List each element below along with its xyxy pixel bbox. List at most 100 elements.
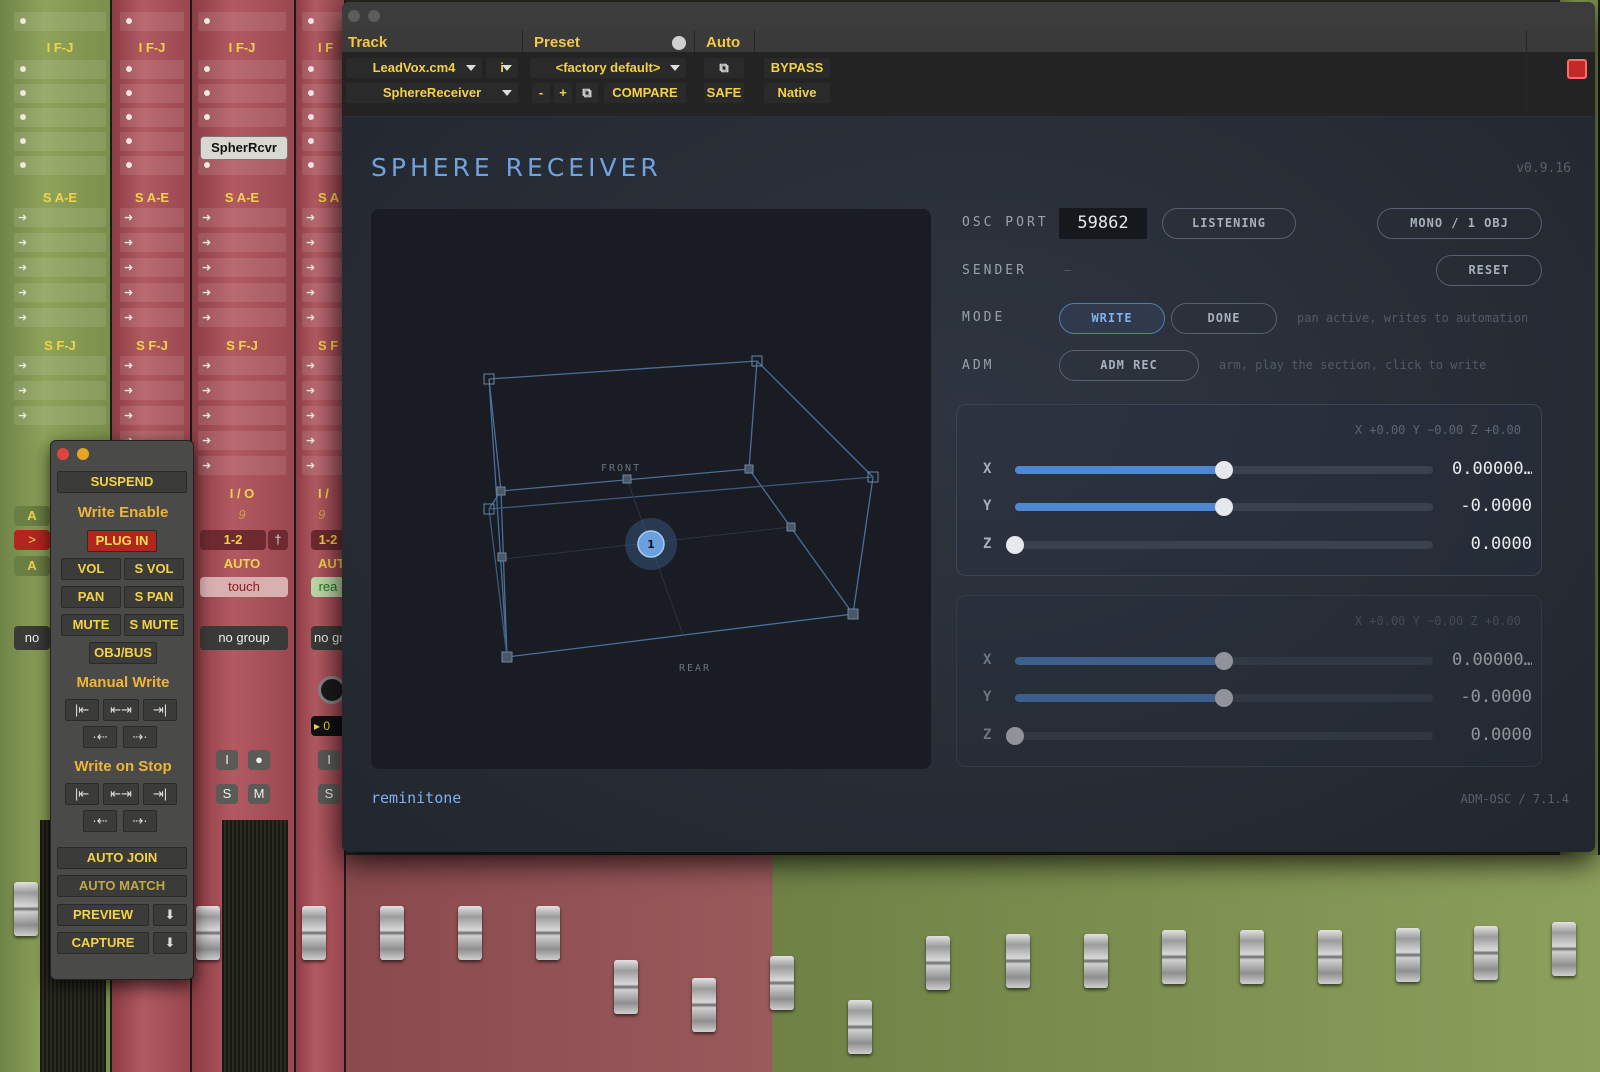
insert-slot[interactable] [14,84,106,103]
insert-slot[interactable]: ➜ [302,356,342,375]
insert-slot[interactable] [120,108,184,127]
write-to-start-icon[interactable]: |⇤ [65,699,99,721]
insert-slot[interactable] [302,132,342,151]
insert-slot[interactable] [198,84,286,103]
preset-copy-icon[interactable]: ⧉ [576,83,598,103]
write-to-punch-icon[interactable]: ·⇠ [83,726,117,748]
insert-slot[interactable] [302,156,342,175]
z-value[interactable]: 0.0000 [1452,725,1532,745]
insert-slot[interactable] [198,60,286,79]
automation-enable-icon[interactable]: ⧉ [704,58,744,78]
x-value[interactable]: 0.00000… [1452,459,1532,479]
obj-bus-button[interactable]: OBJ/BUS [89,642,157,664]
volume-fader-cap[interactable] [1318,930,1342,984]
input-monitor-button[interactable]: I [318,750,340,770]
insert-slot[interactable]: ➜ [302,381,342,400]
automation-mode-selector[interactable]: touch [200,577,288,597]
volume-fader-cap[interactable] [692,978,716,1032]
stop-write-next-icon[interactable]: ⇢· [123,810,157,832]
auto-match-button[interactable]: AUTO MATCH [57,875,187,897]
volume-fader-cap[interactable] [14,882,38,936]
capture-punch-icon[interactable]: ⬇ [153,932,187,954]
s-vol-button[interactable]: S VOL [124,558,184,580]
volume-fader-cap[interactable] [614,960,638,1014]
capture-button[interactable]: CAPTURE [57,932,149,954]
reset-button[interactable]: RESET [1436,255,1542,286]
insert-slot[interactable]: ➜ [120,283,184,302]
output-selector-partial[interactable]: 1-2 [311,530,345,550]
compare-button[interactable]: COMPARE [604,83,686,103]
stop-write-end-icon[interactable]: ⇥| [143,783,177,805]
suspend-button[interactable]: SUSPEND [57,471,187,493]
mute-button[interactable]: MUTE [61,614,121,636]
record-enable-button[interactable]: ● [248,750,270,770]
safe-button[interactable]: SAFE [704,83,744,103]
insert-slot[interactable] [14,156,106,175]
insert-slot[interactable]: ➜ [14,356,106,375]
insert-slot[interactable]: ➜ [14,308,106,327]
insert-slot[interactable]: ➜ [14,283,106,302]
volume-fader-cap[interactable] [302,906,326,960]
clip-indicator-icon[interactable] [1567,59,1587,79]
write-mode-button[interactable]: WRITE [1059,303,1165,334]
stop-write-punch-icon[interactable]: ·⇠ [83,810,117,832]
group-selector-partial[interactable]: no gr [311,626,345,650]
insert-slot[interactable]: ➜ [302,233,342,252]
insert-slot[interactable]: ➜ [302,308,342,327]
insert-slot[interactable] [14,108,106,127]
insert-slot[interactable] [302,108,342,127]
z-slider-thumb[interactable] [1006,536,1024,554]
z-slider[interactable] [1006,536,1433,554]
insert-slot[interactable]: ➜ [120,356,184,375]
pan-button[interactable]: PAN [61,586,121,608]
insert-slot[interactable]: ➜ [302,456,342,475]
stop-write-start-icon[interactable]: |⇤ [65,783,99,805]
preview-punch-icon[interactable]: ⬇ [153,904,187,926]
solo-button[interactable]: S [216,784,238,804]
x-slider[interactable] [1015,652,1433,670]
y-value[interactable]: -0.0000 [1452,687,1532,707]
s-pan-button[interactable]: S PAN [124,586,184,608]
preset-next-button[interactable]: + [554,83,572,103]
cube-corner-handle[interactable] [622,474,632,484]
minimize-window-icon[interactable] [368,10,380,22]
insert-slot[interactable] [302,84,342,103]
group-selector[interactable]: no group [200,626,288,650]
bypass-button[interactable]: BYPASS [764,58,830,78]
x-value[interactable]: 0.00000… [1452,650,1532,670]
cube-corner-handle[interactable] [501,651,513,663]
volume-fader-cap[interactable] [1396,928,1420,982]
insert-slot[interactable]: ➜ [198,381,286,400]
insert-slot[interactable] [120,12,184,31]
auto-join-button[interactable]: AUTO JOIN [57,847,187,869]
stop-write-all-icon[interactable]: ⇤⇥ [103,783,139,805]
volume-fader-cap[interactable] [926,936,950,990]
volume-fader-cap[interactable] [536,906,560,960]
plug-in-button[interactable]: PLUG IN [87,530,157,552]
solo-button[interactable]: S [318,784,340,804]
vol-button[interactable]: VOL [61,558,121,580]
insert-slot[interactable]: ➜ [14,233,106,252]
plugin-titlebar[interactable] [342,2,1595,30]
done-mode-button[interactable]: DONE [1171,303,1277,334]
insert-slot[interactable]: ➜ [14,208,106,227]
insert-slot[interactable]: ➜ [302,208,342,227]
insert-slot[interactable] [120,132,184,151]
insert-spherereceiver[interactable]: SpherRcvr [200,136,288,160]
track-selector[interactable]: LeadVox.cm4 [346,58,482,78]
cube-corner-handle[interactable] [744,464,754,474]
mute-button[interactable]: M [248,784,270,804]
insert-slot[interactable]: ➜ [120,258,184,277]
volume-fader-cap[interactable] [1240,930,1264,984]
insert-slot[interactable] [120,84,184,103]
x-slider[interactable] [1015,461,1433,479]
preset-selector[interactable]: <factory default> [530,58,686,78]
output-selector[interactable]: 1-2 [200,530,266,550]
insert-slot[interactable] [120,156,184,175]
volume-fader-cap[interactable] [848,1000,872,1054]
insert-slot[interactable]: ➜ [120,208,184,227]
insert-slot[interactable]: ➜ [198,233,286,252]
adm-rec-button[interactable]: ADM REC [1059,350,1199,381]
y-value[interactable]: -0.0000 [1452,496,1532,516]
insert-slot[interactable]: ➜ [302,431,342,450]
